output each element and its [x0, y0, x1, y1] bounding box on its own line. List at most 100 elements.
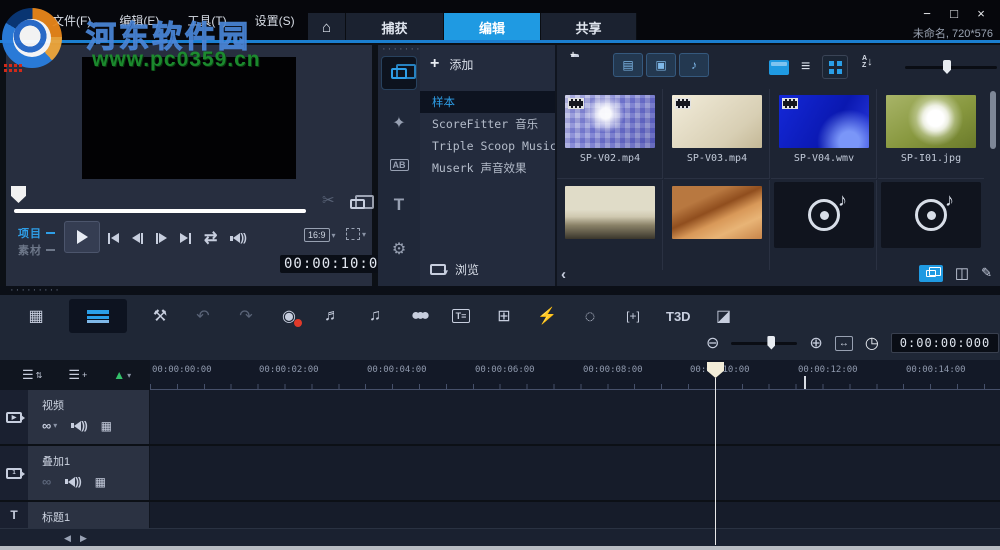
media-cell[interactable]	[664, 180, 770, 270]
scroll-right-icon[interactable]: ▶	[80, 533, 87, 544]
title-track-header[interactable]: 标题1	[28, 502, 150, 528]
auto-music-icon[interactable]: ♫	[365, 299, 385, 333]
aspect-ratio-button[interactable]: 16:9 ▾	[304, 228, 336, 242]
duration-clock-icon[interactable]: ◷	[865, 333, 879, 353]
undo-icon[interactable]: ↶	[193, 299, 213, 333]
prev-frame-button[interactable]	[132, 232, 143, 244]
next-frame-button[interactable]	[156, 232, 167, 244]
ripple-edit-icon[interactable]: ▲ ▾	[113, 368, 131, 382]
add-track-icon[interactable]: ☰ +	[68, 367, 87, 383]
thumbnail-video-disco[interactable]	[565, 95, 655, 148]
filter-video-icon[interactable]: ▤	[613, 53, 643, 77]
enlarge-preview-icon[interactable]	[350, 195, 374, 209]
browse-button[interactable]: ▾ 浏览	[430, 261, 479, 278]
tab-capture[interactable]: 捕获	[346, 13, 444, 41]
motion-tracking-icon[interactable]: ⚡	[537, 299, 557, 333]
thumbnail-video-cream[interactable]	[672, 95, 762, 148]
thumbnail-audio[interactable]: ♪	[774, 182, 874, 248]
minimize-button[interactable]: −	[916, 6, 938, 22]
mask-lasso-icon[interactable]: ◌	[580, 299, 600, 333]
category-item-triplescoop[interactable]: Triple Scoop Music	[420, 135, 557, 157]
filter-photo-icon[interactable]: ▣	[646, 53, 676, 77]
library-scrollbar[interactable]	[990, 91, 996, 149]
edit-media-icon[interactable]: ✎	[981, 265, 992, 281]
split-screen-icon[interactable]: ⊞	[494, 299, 514, 333]
3d-title-icon[interactable]: T3D	[666, 299, 691, 333]
category-item-scorefitter[interactable]: ScoreFitter 音乐	[420, 113, 555, 135]
thumbnail-zoom-slider[interactable]	[905, 60, 997, 74]
color-circles-icon[interactable]: ●●●	[408, 299, 430, 333]
scrubber-bar[interactable]	[14, 209, 306, 213]
go-start-button[interactable]	[108, 232, 119, 244]
sound-mixer-icon[interactable]: ♬	[322, 299, 342, 333]
tab-share[interactable]: 共享	[541, 13, 637, 41]
clip-mode[interactable]: 素材	[18, 242, 55, 258]
home-tab[interactable]: ⌂	[308, 13, 346, 41]
media-cell[interactable]	[557, 180, 663, 270]
panel-view-icon[interactable]	[769, 59, 789, 75]
maximize-button[interactable]: □	[943, 6, 965, 22]
sort-icon[interactable]: AZ ↓	[862, 55, 873, 69]
overlay-track-header[interactable]: 叠加1 ∞ )) ▦	[28, 446, 150, 500]
menu-edit[interactable]: 编辑(E)	[119, 12, 159, 29]
timeline-zoom-slider[interactable]	[731, 335, 798, 350]
multicam-editor-icon[interactable]: [+]	[623, 299, 643, 333]
track-transparency-icon[interactable]: ▦	[95, 475, 106, 489]
media-cell[interactable]: SP-V02.mp4	[557, 89, 663, 179]
timeline-zoom-thumb[interactable]	[767, 335, 776, 350]
thumbnail-photo-desert[interactable]	[672, 186, 762, 239]
mask-creator-icon[interactable]: ◪	[714, 299, 734, 333]
thumbnail-audio[interactable]: ♪	[881, 182, 981, 248]
media-cell[interactable]: SP-I01.jpg	[878, 89, 984, 179]
add-category-button[interactable]: + 添加	[430, 55, 473, 73]
thumbnail-video-blue[interactable]	[779, 95, 869, 148]
video-track-lane[interactable]	[150, 390, 1000, 444]
play-button[interactable]	[64, 221, 100, 253]
close-button[interactable]: ×	[970, 6, 992, 22]
grid-view-icon[interactable]	[822, 55, 849, 79]
track-mute-icon[interactable]: ))	[71, 420, 88, 432]
tools-icon[interactable]: ⚒	[150, 299, 170, 333]
filter-audio-icon[interactable]: ♪	[679, 53, 709, 77]
link-clips-icon[interactable]: ∞	[42, 474, 51, 489]
category-item-samples[interactable]: 样本	[420, 91, 555, 113]
media-library-icon[interactable]	[381, 56, 417, 90]
go-end-button[interactable]	[180, 232, 191, 244]
overlay-track-lane[interactable]	[150, 446, 1000, 500]
scroll-left-icon[interactable]: ◀	[64, 533, 71, 544]
track-transparency-icon[interactable]: ▦	[101, 419, 112, 433]
split-clip-icon[interactable]: ✂	[322, 191, 335, 209]
instant-project-icon[interactable]: ✦	[382, 107, 416, 139]
redo-icon[interactable]: ↷	[236, 299, 256, 333]
record-capture-icon[interactable]: ◉	[279, 299, 302, 333]
dual-view-icon[interactable]: ◫	[955, 264, 969, 282]
zoom-out-icon[interactable]: ⊖	[706, 333, 719, 353]
list-view-icon[interactable]: ≡	[801, 58, 810, 76]
volume-icon[interactable]: ))	[230, 232, 247, 244]
track-manager-icon[interactable]: ☰ ⇅	[22, 367, 42, 383]
menu-file[interactable]: 文件(F)	[52, 12, 91, 29]
trim-marker[interactable]	[11, 186, 26, 203]
project-mode[interactable]: 项目	[18, 225, 55, 241]
menu-settings[interactable]: 设置(S)	[255, 12, 295, 29]
category-item-muserk[interactable]: Muserk 声音效果	[420, 157, 555, 179]
media-cell[interactable]: ♪	[878, 180, 984, 270]
media-cell[interactable]: ♪	[771, 180, 877, 270]
timeline-view-icon[interactable]	[69, 299, 127, 333]
timeline-ruler[interactable]: 00:00:00:00 00:00:02:00 00:00:04:00 00:0…	[150, 360, 1000, 390]
repeat-icon[interactable]: ⇄	[204, 228, 217, 248]
title-track-lane[interactable]	[150, 502, 1000, 528]
storyboard-view-icon[interactable]: ▦	[26, 299, 46, 333]
title-track-icon[interactable]: T	[0, 502, 28, 528]
thumbnail-zoom-thumb[interactable]	[943, 60, 951, 74]
panel-splitter[interactable]: ·········	[0, 285, 1000, 296]
media-cell[interactable]: SP-V04.wmv	[771, 89, 877, 179]
video-track-icon[interactable]: ▶	[0, 390, 28, 444]
tab-edit[interactable]: 编辑	[444, 13, 541, 41]
fit-timeline-icon[interactable]: ↔	[834, 335, 853, 351]
title-icon[interactable]: T	[382, 189, 416, 221]
library-panel-toggle-icon[interactable]	[918, 264, 943, 282]
zoom-in-icon[interactable]: ⊕	[809, 333, 822, 353]
collapse-panel-icon[interactable]: ‹	[561, 266, 566, 283]
overlay-objects-icon[interactable]: ⚙	[382, 233, 416, 265]
